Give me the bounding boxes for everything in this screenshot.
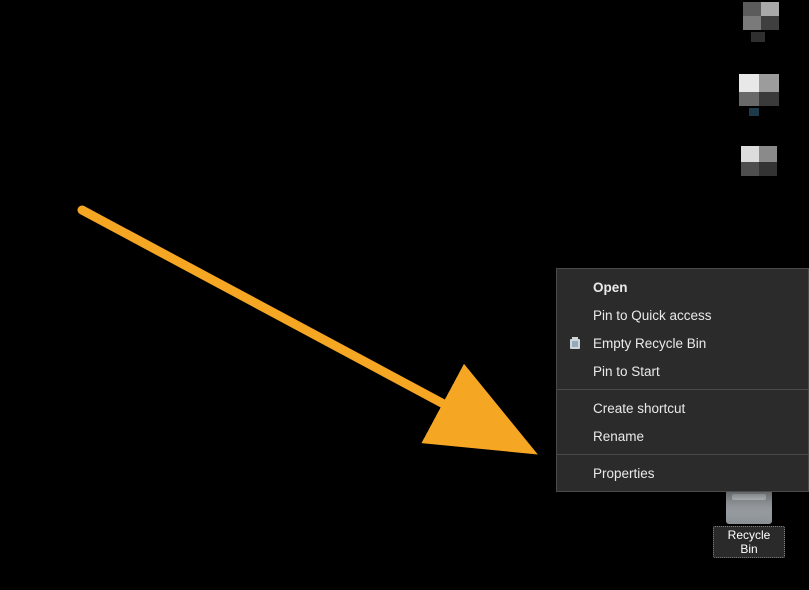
recycle-bin-label: Recycle Bin <box>713 526 785 558</box>
menu-item-pin-to-start[interactable]: Pin to Start <box>557 357 808 385</box>
menu-item-label: Properties <box>593 466 655 481</box>
generic-icon <box>739 142 785 188</box>
desktop-icon-column <box>723 0 801 190</box>
generic-icon <box>739 72 785 118</box>
menu-item-label: Open <box>593 280 628 295</box>
menu-item-label: Pin to Quick access <box>593 308 712 323</box>
menu-separator <box>557 389 808 390</box>
generic-icon <box>739 2 785 48</box>
desktop-icon-2[interactable] <box>726 72 798 120</box>
menu-item-label: Rename <box>593 429 644 444</box>
menu-item-rename[interactable]: Rename <box>557 422 808 450</box>
menu-item-label: Empty Recycle Bin <box>593 336 706 351</box>
menu-item-pin-quick-access[interactable]: Pin to Quick access <box>557 301 808 329</box>
menu-item-create-shortcut[interactable]: Create shortcut <box>557 394 808 422</box>
menu-item-properties[interactable]: Properties <box>557 459 808 487</box>
desktop-icon-1[interactable] <box>726 2 798 50</box>
recycle-bin-context-menu: Open Pin to Quick access Empty Recycle B… <box>556 268 809 492</box>
recycle-bin-icon <box>726 490 772 524</box>
menu-item-label: Create shortcut <box>593 401 685 416</box>
recycle-bin-desktop-icon[interactable]: Recycle Bin <box>713 490 785 558</box>
menu-item-label: Pin to Start <box>593 364 660 379</box>
recycle-bin-small-icon <box>567 335 583 351</box>
menu-item-empty-recycle-bin[interactable]: Empty Recycle Bin <box>557 329 808 357</box>
menu-item-open[interactable]: Open <box>557 273 808 301</box>
desktop-icon-3[interactable] <box>726 142 798 190</box>
menu-separator <box>557 454 808 455</box>
